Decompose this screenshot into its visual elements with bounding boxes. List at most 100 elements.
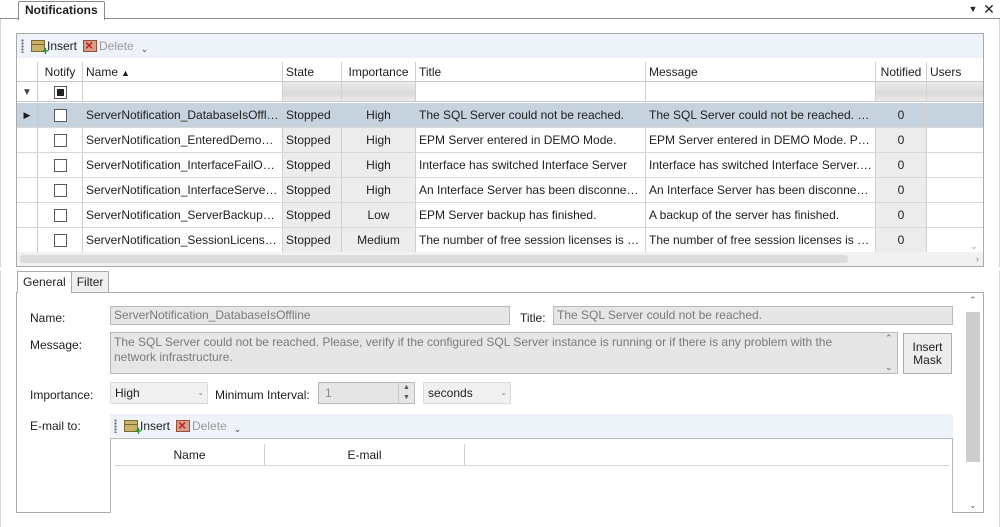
row-title[interactable]: An Interface Server has been disconnecte… bbox=[416, 178, 646, 202]
filter-notify[interactable] bbox=[38, 82, 83, 101]
filter-importance[interactable] bbox=[342, 82, 416, 101]
table-row[interactable]: ▶ ServerNotification_DatabaseIsOffline S… bbox=[17, 103, 983, 128]
row-title[interactable]: Interface has switched Interface Server bbox=[416, 153, 646, 177]
notify-checkbox[interactable] bbox=[53, 184, 67, 198]
scroll-down-icon[interactable]: ⌄ bbox=[970, 241, 978, 252]
panel-vertical-scrollbar[interactable]: ⌃ ⌄ bbox=[964, 295, 982, 511]
row-notify-cell[interactable] bbox=[38, 128, 83, 152]
row-state[interactable]: Stopped bbox=[283, 228, 342, 252]
row-notify-cell[interactable] bbox=[38, 203, 83, 227]
scrollbar-thumb[interactable] bbox=[20, 255, 848, 263]
row-message[interactable]: The number of free session licenses is n… bbox=[646, 228, 876, 252]
filter-users[interactable] bbox=[927, 82, 983, 101]
filter-message-input[interactable] bbox=[646, 82, 876, 101]
row-importance[interactable]: Low bbox=[342, 203, 416, 227]
scrollbar-thumb[interactable] bbox=[966, 312, 980, 462]
row-state[interactable]: Stopped bbox=[283, 153, 342, 177]
row-importance[interactable]: High bbox=[342, 178, 416, 202]
row-notify-cell[interactable] bbox=[38, 103, 83, 127]
row-notify-cell[interactable] bbox=[38, 228, 83, 252]
scroll-up-icon[interactable]: ⌃ bbox=[969, 295, 977, 306]
row-importance[interactable]: High bbox=[342, 103, 416, 127]
column-header-email-name[interactable]: Name bbox=[115, 444, 265, 465]
column-header-email-address[interactable]: E-mail bbox=[265, 444, 465, 465]
panel-splitter[interactable] bbox=[0, 267, 1000, 271]
column-header-importance[interactable]: Importance bbox=[342, 62, 416, 81]
row-importance[interactable]: High bbox=[342, 128, 416, 152]
toolbar-grip-icon[interactable] bbox=[114, 419, 117, 433]
row-name[interactable]: ServerNotification_EnteredDemoM... bbox=[83, 128, 283, 152]
scroll-down-icon[interactable]: ⌄ bbox=[969, 500, 977, 511]
row-name[interactable]: ServerNotification_ServerBackupDo... bbox=[83, 203, 283, 227]
column-header-notify[interactable]: Notify bbox=[38, 62, 83, 81]
row-notify-cell[interactable] bbox=[38, 153, 83, 177]
delete-button[interactable]: Delete bbox=[80, 36, 137, 56]
table-row[interactable]: ServerNotification_ServerBackupDo... Sto… bbox=[17, 203, 983, 228]
column-header-title[interactable]: Title bbox=[416, 62, 646, 81]
row-name[interactable]: ServerNotification_InterfaceServerD... bbox=[83, 178, 283, 202]
column-header-users[interactable]: Users bbox=[927, 62, 983, 81]
row-importance[interactable]: High bbox=[342, 153, 416, 177]
row-message[interactable]: An Interface Server has been disconnecte… bbox=[646, 178, 876, 202]
table-row[interactable]: ServerNotification_EnteredDemoM... Stopp… bbox=[17, 128, 983, 153]
row-title[interactable]: The SQL Server could not be reached. bbox=[416, 103, 646, 127]
tab-filter[interactable]: Filter bbox=[70, 271, 110, 292]
table-row[interactable]: ServerNotification_SessionLicensesI... S… bbox=[17, 228, 983, 253]
row-notified[interactable]: 0 bbox=[876, 103, 927, 127]
row-state[interactable]: Stopped bbox=[283, 178, 342, 202]
row-importance[interactable]: Medium bbox=[342, 228, 416, 252]
email-delete-button[interactable]: Delete bbox=[173, 416, 230, 436]
filter-state[interactable] bbox=[283, 82, 342, 101]
row-title[interactable]: EPM Server backup has finished. bbox=[416, 203, 646, 227]
grid-vertical-scrollbar[interactable]: ⌄ bbox=[966, 104, 983, 252]
tab-general[interactable]: General bbox=[17, 271, 72, 293]
column-header-name[interactable]: Name ▲ bbox=[83, 62, 283, 81]
scroll-right-icon[interactable]: › bbox=[976, 252, 979, 266]
spinner-buttons[interactable]: ▲ ▼ bbox=[398, 383, 414, 403]
name-field[interactable]: ServerNotification_DatabaseIsOffline bbox=[110, 306, 510, 325]
row-notified[interactable]: 0 bbox=[876, 178, 927, 202]
message-scrollbar[interactable]: ⌃ ⌄ bbox=[880, 333, 897, 373]
row-name[interactable]: ServerNotification_InterfaceFailOve... bbox=[83, 153, 283, 177]
scroll-up-icon[interactable]: ⌃ bbox=[885, 333, 893, 344]
column-header-state[interactable]: State bbox=[283, 62, 342, 81]
row-state[interactable]: Stopped bbox=[283, 103, 342, 127]
scroll-down-icon[interactable]: ⌄ bbox=[885, 362, 893, 373]
notify-checkbox[interactable] bbox=[53, 209, 67, 223]
filter-notified[interactable] bbox=[876, 82, 927, 101]
filter-title-input[interactable] bbox=[416, 82, 646, 101]
title-field[interactable]: The SQL Server could not be reached. bbox=[553, 306, 953, 325]
column-header-notified[interactable]: Notified bbox=[876, 62, 927, 81]
filter-funnel-icon[interactable]: ▼ bbox=[22, 87, 32, 98]
notify-checkbox[interactable] bbox=[53, 109, 67, 123]
row-message[interactable]: EPM Server entered in DEMO Mode. Plea... bbox=[646, 128, 876, 152]
row-state[interactable]: Stopped bbox=[283, 128, 342, 152]
row-name[interactable]: ServerNotification_DatabaseIsOffline bbox=[83, 103, 283, 127]
row-notified[interactable]: 0 bbox=[876, 153, 927, 177]
row-message[interactable]: Interface has switched Interface Server.… bbox=[646, 153, 876, 177]
interval-unit-select[interactable]: seconds ⌄ bbox=[423, 382, 511, 404]
notify-checkbox[interactable] bbox=[53, 134, 67, 148]
row-notified[interactable]: 0 bbox=[876, 228, 927, 252]
row-name[interactable]: ServerNotification_SessionLicensesI... bbox=[83, 228, 283, 252]
email-insert-button[interactable]: Insert bbox=[121, 416, 173, 437]
column-header-message[interactable]: Message bbox=[646, 62, 876, 81]
notify-checkbox[interactable] bbox=[53, 159, 67, 173]
message-field[interactable]: The SQL Server could not be reached. Ple… bbox=[110, 332, 898, 374]
row-title[interactable]: EPM Server entered in DEMO Mode. bbox=[416, 128, 646, 152]
tab-notifications[interactable]: Notifications bbox=[18, 1, 105, 20]
row-message[interactable]: A backup of the server has finished. bbox=[646, 203, 876, 227]
grid-horizontal-scrollbar[interactable]: › bbox=[17, 252, 983, 266]
table-row[interactable]: ServerNotification_InterfaceServerD... S… bbox=[17, 178, 983, 203]
min-interval-spinner[interactable]: 1 ▲ ▼ bbox=[318, 382, 415, 404]
insert-mask-button[interactable]: Insert Mask bbox=[903, 333, 952, 374]
window-menu-icon[interactable]: ▼ bbox=[966, 1, 980, 17]
filter-notify-checkbox[interactable] bbox=[53, 86, 67, 100]
row-notified[interactable]: 0 bbox=[876, 203, 927, 227]
row-title[interactable]: The number of free session licenses is n… bbox=[416, 228, 646, 252]
close-icon[interactable]: ✕ bbox=[982, 1, 996, 17]
row-message[interactable]: The SQL Server could not be reached. Ple… bbox=[646, 103, 876, 127]
toolbar-grip-icon[interactable] bbox=[21, 39, 24, 53]
row-state[interactable]: Stopped bbox=[283, 203, 342, 227]
table-row[interactable]: ServerNotification_InterfaceFailOve... S… bbox=[17, 153, 983, 178]
